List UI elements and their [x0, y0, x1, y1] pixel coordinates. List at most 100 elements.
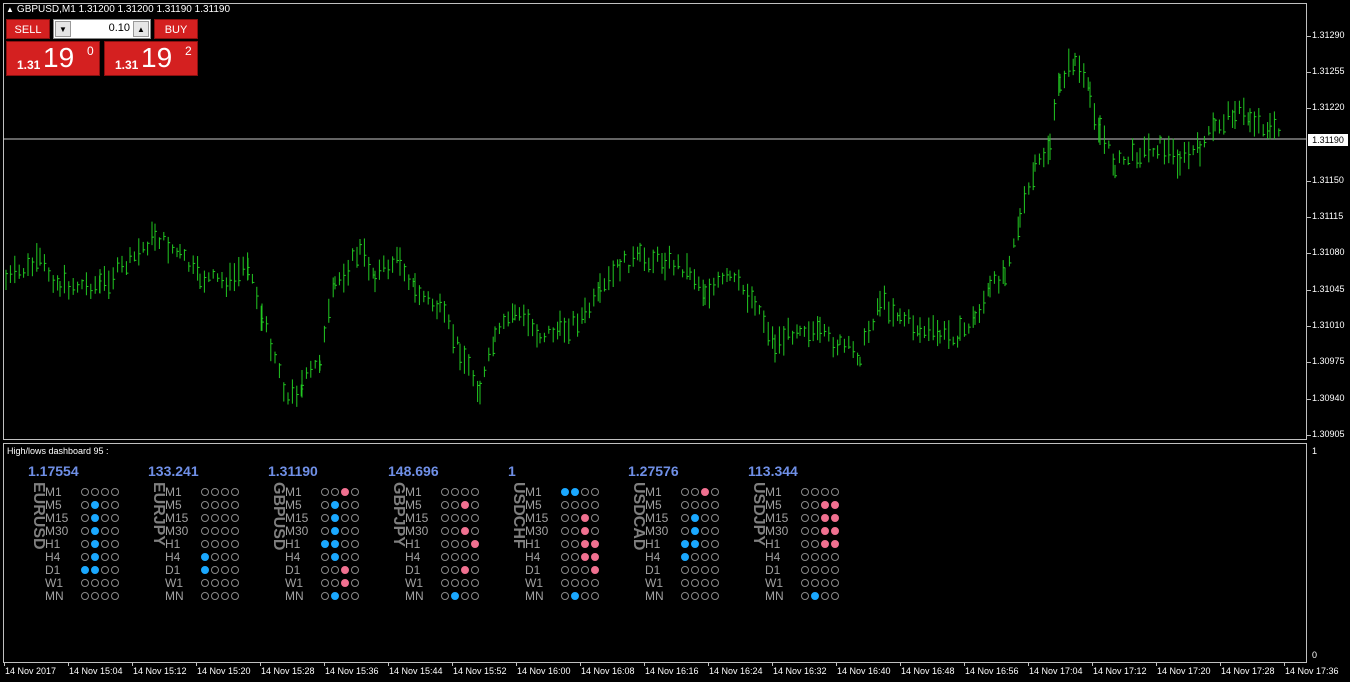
time-tick-label: 14 Nov 16:32: [773, 666, 827, 676]
empty-dot: [441, 540, 449, 548]
symbol-title-text: GBPUSD,M1 1.31200 1.31200 1.31190 1.3119…: [16, 4, 231, 15]
high-break-dot: [91, 527, 99, 535]
empty-dot: [321, 566, 329, 574]
timeframe-label: M5: [645, 498, 662, 512]
dashboard-pair-price: 1.31190: [268, 463, 318, 479]
empty-dot: [351, 514, 359, 522]
low-break-dot: [341, 488, 349, 496]
high-break-dot: [571, 488, 579, 496]
timeframe-label: M30: [525, 524, 549, 538]
price-tick-label: 1.31045: [1312, 284, 1345, 294]
empty-dot: [711, 501, 719, 509]
timeframe-label: H4: [645, 550, 661, 564]
empty-dot: [331, 579, 339, 587]
price-tick-label: 1.31150: [1312, 175, 1344, 185]
empty-dot: [561, 579, 569, 587]
empty-dot: [211, 566, 219, 574]
timeframe-label: M30: [765, 524, 789, 538]
high-break-dot: [81, 566, 89, 574]
indicator-title: High/lows dashboard 95 :: [7, 446, 109, 456]
empty-dot: [691, 592, 699, 600]
empty-dot: [211, 501, 219, 509]
empty-dot: [91, 592, 99, 600]
high-break-dot: [691, 514, 699, 522]
time-tick-label: 14 Nov 16:16: [645, 666, 699, 676]
timeframe-label: M5: [765, 498, 782, 512]
timeframe-label: W1: [405, 576, 423, 590]
empty-dot: [571, 501, 579, 509]
empty-dot: [471, 592, 479, 600]
empty-dot: [801, 540, 809, 548]
empty-dot: [581, 566, 589, 574]
empty-dot: [321, 579, 329, 587]
empty-dot: [471, 488, 479, 496]
empty-dot: [201, 579, 209, 587]
empty-dot: [801, 592, 809, 600]
price-tick-label: 1.31115: [1312, 211, 1344, 221]
empty-dot: [331, 488, 339, 496]
empty-dot: [441, 514, 449, 522]
timeframe-label: M1: [165, 485, 182, 499]
buy-button[interactable]: BUY: [154, 19, 198, 39]
empty-dot: [101, 566, 109, 574]
empty-dot: [581, 501, 589, 509]
high-break-dot: [321, 540, 329, 548]
lot-decrease-icon[interactable]: ▼: [55, 21, 71, 37]
timeframe-label: M5: [285, 498, 302, 512]
low-break-dot: [471, 540, 479, 548]
high-break-dot: [331, 527, 339, 535]
empty-dot: [201, 527, 209, 535]
low-break-dot: [831, 514, 839, 522]
high-break-dot: [91, 501, 99, 509]
empty-dot: [111, 488, 119, 496]
dashboard-pair-price: 148.696: [388, 463, 439, 479]
high-break-dot: [331, 501, 339, 509]
time-tick-label: 14 Nov 15:52: [453, 666, 507, 676]
lot-size-value[interactable]: 0.10: [72, 22, 130, 34]
low-break-dot: [581, 514, 589, 522]
time-tick-label: 14 Nov 15:12: [133, 666, 187, 676]
empty-dot: [441, 527, 449, 535]
dashboard-pair-price: 133.241: [148, 463, 199, 479]
empty-dot: [811, 553, 819, 561]
empty-dot: [471, 553, 479, 561]
empty-dot: [831, 553, 839, 561]
empty-dot: [231, 540, 239, 548]
empty-dot: [561, 553, 569, 561]
price-tick: [1307, 399, 1311, 400]
empty-dot: [701, 514, 709, 522]
collapse-triangle-icon[interactable]: ▲: [6, 5, 14, 14]
empty-dot: [701, 579, 709, 587]
empty-dot: [591, 527, 599, 535]
empty-dot: [471, 579, 479, 587]
empty-dot: [801, 488, 809, 496]
empty-dot: [581, 579, 589, 587]
lot-increase-icon[interactable]: ▲: [133, 21, 149, 37]
timeframe-label: D1: [525, 563, 541, 577]
empty-dot: [711, 553, 719, 561]
time-tick-label: 14 Nov 2017: [5, 666, 57, 676]
empty-dot: [571, 514, 579, 522]
timeframe-label: MN: [765, 589, 784, 603]
lot-size-field[interactable]: ▼ 0.10 ▲: [53, 19, 151, 39]
empty-dot: [461, 514, 469, 522]
sell-price-button[interactable]: 1.31 19 0: [6, 41, 100, 76]
empty-dot: [221, 501, 229, 509]
price-tick: [1307, 435, 1311, 436]
high-break-dot: [91, 566, 99, 574]
empty-dot: [231, 553, 239, 561]
price-tick-label: 1.31290: [1312, 30, 1345, 40]
empty-dot: [321, 514, 329, 522]
timeframe-label: M1: [765, 485, 782, 499]
empty-dot: [351, 501, 359, 509]
low-break-dot: [591, 540, 599, 548]
sell-button[interactable]: SELL: [6, 19, 50, 39]
low-break-dot: [831, 540, 839, 548]
empty-dot: [341, 514, 349, 522]
empty-dot: [691, 501, 699, 509]
dashboard-pair-gbpusd: 1.31190 GBPUSD M1 M5 M15 M30 H1 H4 D1 W1 MN: [268, 463, 383, 603]
empty-dot: [201, 488, 209, 496]
buy-price-button[interactable]: 1.31 19 2: [104, 41, 198, 76]
empty-dot: [811, 579, 819, 587]
empty-dot: [101, 540, 109, 548]
